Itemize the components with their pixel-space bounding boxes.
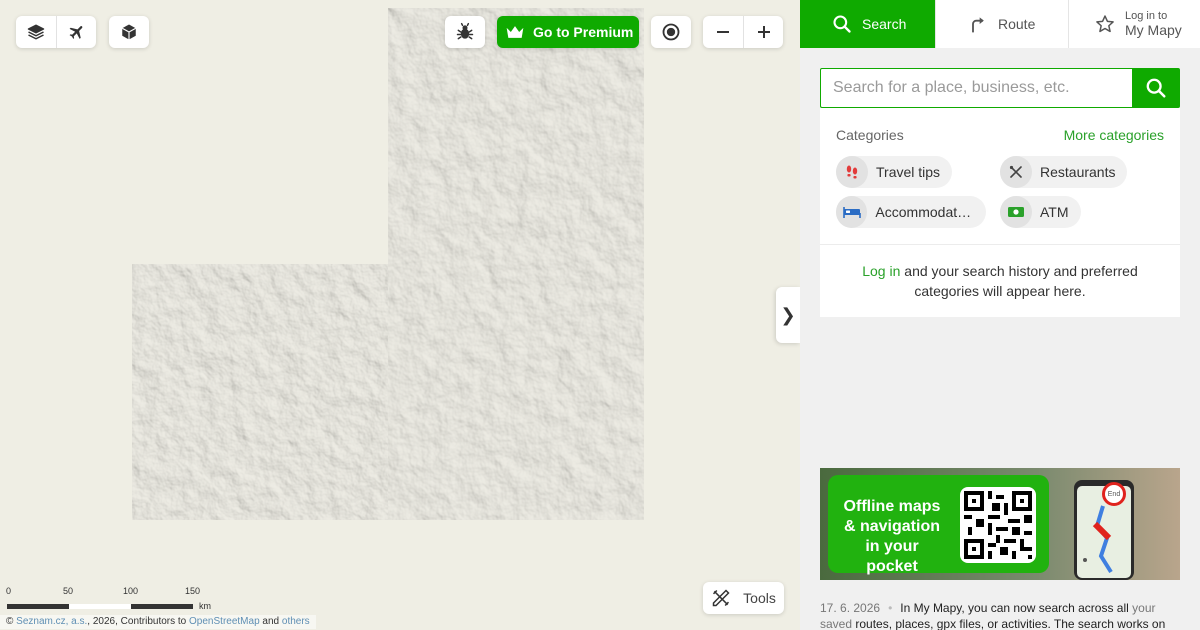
scale-tick: 0 bbox=[6, 586, 12, 596]
premium-label: Go to Premium bbox=[533, 24, 634, 40]
my-location-button[interactable] bbox=[651, 16, 691, 48]
qr-code-icon bbox=[960, 487, 1036, 563]
minus-icon bbox=[717, 31, 729, 33]
search-icon bbox=[1146, 78, 1166, 98]
news-item: 17. 6. 2026 • In My Mapy, you can now sear… bbox=[820, 600, 1180, 630]
map-scale: 0 50 100 150 km bbox=[6, 586, 226, 614]
star-icon bbox=[1096, 15, 1114, 33]
seznam-link[interactable]: Seznam.cz, a.s. bbox=[16, 616, 87, 627]
scale-tick: 150 bbox=[185, 586, 201, 596]
login-link[interactable]: Log in bbox=[862, 263, 900, 279]
cutlery-icon bbox=[1000, 156, 1032, 188]
map-canvas[interactable]: Go to Premium Tools 0 50 100 150 km © Se… bbox=[0, 0, 800, 630]
zoom-out-button[interactable] bbox=[703, 16, 743, 48]
side-panel: Search Route Log in to My Mapy Categorie… bbox=[800, 0, 1200, 630]
more-categories-link[interactable]: More categories bbox=[1064, 127, 1164, 143]
3d-view-button[interactable] bbox=[109, 16, 149, 48]
tab-route[interactable]: Route bbox=[936, 0, 1069, 48]
scale-segment bbox=[7, 604, 69, 609]
scale-unit: km bbox=[199, 601, 211, 611]
search-history-message: Log in and your search history and prefe… bbox=[840, 261, 1160, 301]
end-pin-icon: End bbox=[1102, 482, 1126, 506]
attribution-text: , 2026, Contributors to bbox=[87, 616, 190, 627]
tab-search-label: Search bbox=[862, 16, 907, 32]
scale-tick: 50 bbox=[63, 586, 74, 596]
map-attribution: © Seznam.cz, a.s., 2026, Contributors to… bbox=[0, 615, 316, 629]
search-input[interactable] bbox=[820, 68, 1132, 108]
categories-heading: Categories bbox=[836, 127, 904, 143]
plus-icon bbox=[757, 26, 770, 38]
login-to-label: Log in to bbox=[1125, 10, 1168, 22]
ruler-pencil-icon bbox=[712, 589, 730, 607]
search-submit-button[interactable] bbox=[1132, 68, 1180, 108]
target-icon bbox=[662, 23, 680, 41]
news-text: routes, places, gpx files, or activities… bbox=[852, 617, 1166, 630]
promo-text: Offline maps & navigation in your pocket bbox=[843, 498, 941, 575]
airplane-button[interactable] bbox=[56, 16, 96, 48]
category-restaurants[interactable]: Restaurants bbox=[1000, 156, 1128, 188]
categories-card: Categories More categories Travel tips R… bbox=[820, 108, 1180, 317]
route-arrow-icon bbox=[972, 17, 984, 33]
banknote-icon bbox=[1000, 196, 1032, 228]
tab-route-label: Route bbox=[998, 16, 1036, 32]
attribution-copyright: © bbox=[6, 616, 17, 627]
news-date: 17. 6. 2026 bbox=[820, 601, 881, 615]
map-mode-group bbox=[16, 16, 96, 48]
history-message-text: and your search history and preferred ca… bbox=[900, 263, 1138, 299]
category-accommodation[interactable]: Accommodation bbox=[836, 196, 986, 228]
cube-3d-icon bbox=[121, 24, 137, 40]
airplane-icon bbox=[69, 26, 82, 39]
bug-icon bbox=[456, 22, 474, 40]
collapse-panel-button[interactable]: ❯ bbox=[776, 287, 800, 343]
zoom-controls bbox=[703, 16, 783, 48]
terrain-tile bbox=[388, 8, 644, 520]
category-label: ATM bbox=[1040, 204, 1069, 220]
chevron-right-icon: ❯ bbox=[780, 304, 796, 325]
scale-tick: 100 bbox=[123, 586, 139, 596]
tab-my-mapy[interactable]: Log in to My Mapy bbox=[1069, 0, 1200, 48]
category-label: Accommodation bbox=[875, 204, 974, 220]
search-box bbox=[820, 68, 1180, 108]
scale-segment bbox=[131, 604, 193, 609]
category-travel-tips[interactable]: Travel tips bbox=[836, 156, 953, 188]
footprints-icon bbox=[836, 156, 868, 188]
divider bbox=[820, 244, 1180, 245]
tools-button[interactable]: Tools bbox=[703, 582, 784, 614]
zoom-in-button[interactable] bbox=[743, 16, 783, 48]
report-bug-button[interactable] bbox=[445, 16, 485, 48]
others-link[interactable]: others bbox=[282, 616, 310, 627]
attribution-text: and bbox=[259, 616, 282, 627]
layers-icon bbox=[27, 24, 45, 40]
terrain-tile bbox=[132, 264, 388, 520]
go-to-premium-button[interactable]: Go to Premium bbox=[497, 16, 639, 48]
scale-segment bbox=[69, 604, 131, 609]
promo-card: Offline maps & navigation in your pocket bbox=[828, 475, 1049, 575]
bed-icon bbox=[836, 196, 868, 228]
tools-label: Tools bbox=[743, 590, 776, 606]
news-text: In My Mapy, you can now search across al… bbox=[900, 601, 1133, 615]
crown-icon bbox=[506, 26, 524, 38]
tab-search[interactable]: Search bbox=[800, 0, 936, 48]
my-mapy-labels: Log in to My Mapy bbox=[1125, 10, 1182, 38]
offline-maps-promo-banner[interactable]: Offline maps & navigation in your pocket… bbox=[820, 468, 1180, 580]
search-icon bbox=[833, 15, 851, 33]
category-label: Travel tips bbox=[876, 164, 941, 180]
layers-button[interactable] bbox=[16, 16, 56, 48]
my-mapy-label: My Mapy bbox=[1125, 22, 1182, 38]
panel-tabs: Search Route Log in to My Mapy bbox=[800, 0, 1200, 48]
news-separator: • bbox=[888, 601, 893, 615]
openstreetmap-link[interactable]: OpenStreetMap bbox=[189, 616, 260, 627]
category-atm[interactable]: ATM bbox=[1000, 196, 1081, 228]
category-label: Restaurants bbox=[1040, 164, 1116, 180]
